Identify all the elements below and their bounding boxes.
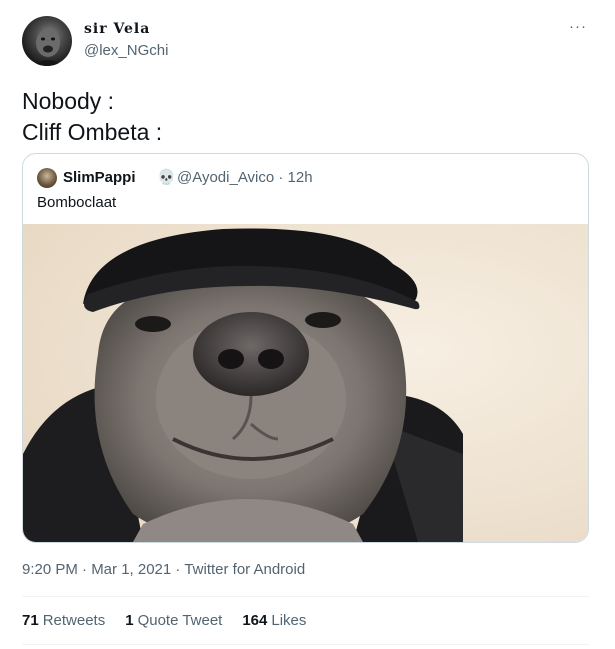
quoted-tweet-image[interactable] (23, 224, 588, 542)
tweet-text: Nobody : Cliff Ombeta : (22, 86, 162, 148)
quoted-author-name[interactable]: SlimPappi (63, 169, 136, 186)
likes-count: 164 (242, 612, 268, 629)
quoted-tweet[interactable]: SlimPappi 💀 @Ayodi_Avico · 12h Bomboclaa… (22, 153, 589, 543)
quote-tweets-label: Quote Tweet (137, 612, 223, 629)
retweets-stat[interactable]: 71 Retweets (22, 612, 105, 629)
divider (22, 644, 589, 645)
tweet-meta: 9:20 PM · Mar 1, 2021 · Twitter for Andr… (22, 561, 305, 578)
quote-tweets-count: 1 (125, 612, 134, 629)
quoted-tweet-text: Bomboclaat (37, 194, 117, 211)
author-handle[interactable]: @lex_NGchi (84, 42, 168, 59)
quoted-author-handle[interactable]: @Ayodi_Avico · 12h (177, 169, 313, 186)
quote-tweets-stat[interactable]: 1 Quote Tweet (125, 612, 222, 629)
retweets-label: Retweets (42, 612, 106, 629)
skull-icon: 💀 (157, 169, 176, 186)
tweet-text-line-2: Cliff Ombeta : (22, 119, 163, 145)
tweet-card: sir Vela @lex_NGchi ··· Nobody : Cliff O… (0, 0, 615, 649)
tweet-text-line-1: Nobody : (22, 88, 115, 114)
retweets-count: 71 (22, 612, 39, 629)
avatar[interactable] (22, 16, 72, 66)
likes-label: Likes (271, 612, 307, 629)
tweet-source-link[interactable]: Twitter for Android (184, 561, 305, 578)
more-options-icon[interactable]: ··· (569, 19, 587, 34)
divider (22, 596, 589, 597)
likes-stat[interactable]: 164 Likes (242, 612, 306, 629)
tweet-timestamp[interactable]: 9:20 PM · Mar 1, 2021 · (22, 561, 184, 578)
author-display-name[interactable]: sir Vela (84, 21, 150, 37)
quoted-avatar[interactable] (37, 168, 57, 188)
dog-in-cap-photo (23, 224, 588, 542)
engagement-stats: 71 Retweets 1 Quote Tweet 164 Likes (22, 612, 306, 629)
